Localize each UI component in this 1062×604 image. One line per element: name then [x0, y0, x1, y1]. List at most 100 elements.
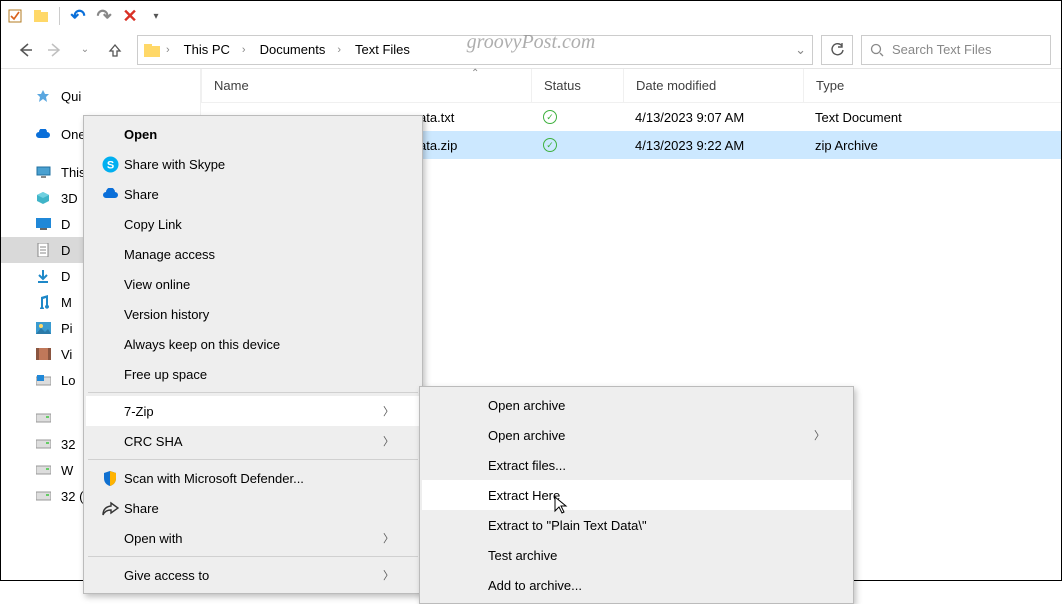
sort-indicator-icon: ⌃ [471, 68, 479, 79]
chevron-right-icon: 〉 [383, 433, 394, 449]
file-status: ✓ [531, 138, 623, 152]
column-header-name[interactable]: Name [201, 69, 531, 102]
redo-icon[interactable]: ↷ [96, 8, 112, 24]
recent-dropdown[interactable]: ⌄ [71, 36, 99, 64]
menu-item-label: Free up space [124, 367, 394, 382]
breadcrumb-documents[interactable]: Documents› [252, 42, 347, 57]
file-date: 4/13/2023 9:22 AM [623, 138, 803, 153]
menu-item[interactable]: Extract Here [422, 480, 851, 510]
undo-icon[interactable]: ↶ [70, 8, 86, 24]
menu-item[interactable]: Scan with Microsoft Defender... [86, 463, 420, 493]
disk-icon [35, 488, 51, 504]
desktop-icon [35, 216, 51, 232]
menu-item-label: Open [124, 127, 394, 142]
menu-item[interactable]: Extract to "Plain Text Data\" [422, 510, 851, 540]
sidebar-item-label: Lo [61, 373, 75, 388]
pc-icon [35, 164, 51, 180]
search-input[interactable]: Search Text Files [861, 35, 1051, 65]
menu-item[interactable]: Open archive〉 [422, 420, 851, 450]
menu-item-label: Test archive [488, 548, 825, 563]
forward-button[interactable] [41, 36, 69, 64]
address-dropdown-icon[interactable]: ⌄ [795, 42, 806, 58]
context-submenu-7zip: Open archiveOpen archive〉Extract files..… [419, 386, 854, 604]
video-icon [35, 346, 51, 362]
menu-item[interactable]: Version history [86, 299, 420, 329]
column-header-type[interactable]: Type [803, 69, 1061, 102]
menu-item-label: Add to archive... [488, 578, 825, 593]
menu-item[interactable]: 7-Zip〉 [86, 396, 420, 426]
music-icon [35, 294, 51, 310]
chevron-right-icon[interactable]: › [333, 44, 345, 56]
star-icon [35, 88, 51, 104]
chevron-right-icon[interactable]: › [162, 44, 174, 56]
back-button[interactable] [11, 36, 39, 64]
sidebar-item-label: Pi [61, 321, 73, 336]
menu-item[interactable]: Add to archive... [422, 570, 851, 600]
menu-item-label: Open archive [488, 428, 812, 443]
menu-item[interactable]: Open with〉 [86, 523, 420, 553]
menu-item[interactable]: Always keep on this device [86, 329, 420, 359]
sidebar-item-label: M [61, 295, 72, 310]
menu-item[interactable]: Give access to〉 [86, 560, 420, 590]
menu-item[interactable]: Test archive [422, 540, 851, 570]
sidebar-item-label: W [61, 463, 73, 478]
sidebar-item-label: Vi [61, 347, 72, 362]
menu-item[interactable]: Extract files... [422, 450, 851, 480]
breadcrumb-this-pc[interactable]: This PC› [176, 42, 252, 57]
menu-item-label: 7-Zip [124, 404, 381, 419]
menu-item[interactable]: Free up space [86, 359, 420, 389]
search-placeholder: Search Text Files [892, 42, 991, 57]
menu-item-label: Scan with Microsoft Defender... [124, 471, 394, 486]
menu-item-label: Extract to "Plain Text Data\" [488, 518, 825, 533]
menu-item-label: Share [124, 501, 394, 516]
cube-icon [35, 190, 51, 206]
menu-item-label: Copy Link [124, 217, 394, 232]
sidebar-item-label: D [61, 269, 70, 284]
column-header-date[interactable]: Date modified [623, 69, 803, 102]
menu-separator [88, 392, 418, 393]
chevron-right-icon: 〉 [814, 427, 825, 443]
menu-separator [88, 459, 418, 460]
chevron-right-icon[interactable]: › [238, 44, 250, 56]
download-icon [35, 268, 51, 284]
menu-item-label: Extract Here [488, 488, 825, 503]
chevron-right-icon: 〉 [383, 530, 394, 546]
menu-item[interactable]: SShare with Skype [86, 149, 420, 179]
share-arrow-icon [98, 499, 122, 517]
file-status: ✓ [531, 110, 623, 124]
sidebar-item-label: D [61, 217, 70, 232]
refresh-button[interactable] [821, 35, 853, 65]
menu-item-label: Share [124, 187, 394, 202]
menu-item[interactable]: View online [86, 269, 420, 299]
menu-item-label: Share with Skype [124, 157, 394, 172]
file-type: zip Archive [803, 138, 1061, 153]
sidebar-item-label: One [61, 127, 86, 142]
shield-icon [98, 469, 122, 487]
picture-icon [35, 320, 51, 336]
skype-icon: S [98, 155, 122, 173]
menu-item-label: CRC SHA [124, 434, 381, 449]
folder-root-icon[interactable]: › [142, 43, 176, 57]
menu-item[interactable]: Manage access [86, 239, 420, 269]
column-header-status[interactable]: Status [531, 69, 623, 102]
up-button[interactable] [101, 36, 129, 64]
menu-item[interactable]: Copy Link [86, 209, 420, 239]
title-bar: ↶ ↷ ✕ ▾ [1, 1, 1061, 31]
menu-item[interactable]: Open [86, 119, 420, 149]
menu-item[interactable]: Share [86, 493, 420, 523]
breadcrumb-text-files[interactable]: Text Files [347, 42, 418, 57]
sidebar-item-label: Qui [61, 89, 81, 104]
qat-dropdown-icon[interactable]: ▾ [148, 8, 164, 24]
sidebar-item[interactable]: Qui [1, 83, 200, 109]
sidebar-item-label: 32 [61, 437, 75, 452]
search-icon [870, 43, 884, 57]
address-bar[interactable]: › This PC› Documents› Text Files ⌄ [137, 35, 813, 65]
separator [59, 7, 60, 25]
menu-item[interactable]: Share [86, 179, 420, 209]
menu-item[interactable]: Open archive [422, 390, 851, 420]
column-headers: ⌃ Name Status Date modified Type [201, 69, 1061, 103]
chevron-right-icon: 〉 [383, 403, 394, 419]
menu-item[interactable]: CRC SHA〉 [86, 426, 420, 456]
delete-icon[interactable]: ✕ [122, 8, 138, 24]
cloud-icon [35, 126, 51, 142]
